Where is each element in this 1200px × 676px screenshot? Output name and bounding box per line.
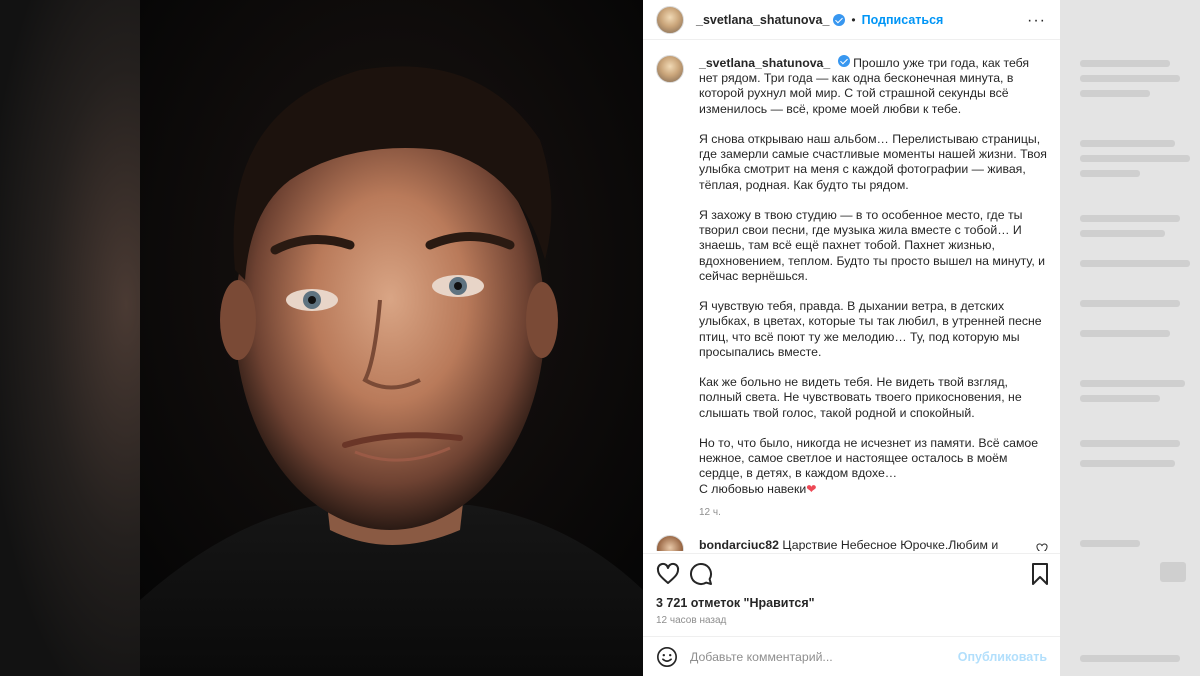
caption-paragraph-5: Как же больно не видеть тебя. Не видеть … bbox=[699, 375, 1022, 420]
separator-dot: • bbox=[851, 12, 856, 27]
small-heart-icon[interactable] bbox=[1036, 543, 1048, 551]
caption-paragraph-6: Но то, что было, никогда не исчезнет из … bbox=[699, 436, 1039, 496]
more-options-icon[interactable]: ··· bbox=[1027, 12, 1046, 30]
commenter-avatar[interactable] bbox=[656, 535, 684, 551]
caption-paragraph-3: Я захожу в твою студию — в то особенное … bbox=[699, 208, 1046, 283]
comment-input[interactable] bbox=[690, 649, 958, 664]
comments-list[interactable]: _svetlana_shatunova_ Прошло уже три года… bbox=[643, 41, 1060, 551]
portrait-image bbox=[140, 0, 643, 676]
verified-badge-icon bbox=[833, 13, 846, 26]
heart-icon[interactable] bbox=[656, 562, 680, 586]
comment-body: Царствие Небесное Юрочке.Любим и bbox=[782, 538, 999, 551]
comment-icon[interactable] bbox=[689, 562, 713, 586]
verified-badge-icon bbox=[837, 55, 850, 67]
blurred-backdrop-left bbox=[0, 0, 140, 676]
caption-paragraph-4: Я чувствую тебя, правда. В дыхании ветра… bbox=[699, 299, 1042, 359]
post-details-panel: _svetlana_shatunova_ • Подписаться ··· _… bbox=[643, 0, 1060, 676]
action-bar: 3 721 отметок "Нравится" 12 часов назад bbox=[643, 553, 1060, 635]
red-heart-emoji: ❤ bbox=[806, 481, 817, 496]
comment-item: bondarciuc82 Царствие Небесное Юрочке.Лю… bbox=[656, 535, 1051, 551]
emoji-icon[interactable] bbox=[656, 646, 678, 668]
post-timestamp[interactable]: 12 часов назад bbox=[656, 615, 726, 626]
publish-button[interactable]: Опубликовать bbox=[958, 650, 1047, 664]
author-avatar[interactable] bbox=[656, 5, 684, 34]
post-photo[interactable] bbox=[140, 0, 643, 676]
bookmark-icon[interactable] bbox=[1028, 562, 1052, 586]
post-caption: _svetlana_shatunova_ Прошло уже три года… bbox=[656, 55, 1051, 518]
post-header: _svetlana_shatunova_ • Подписаться ··· bbox=[643, 0, 1060, 40]
caption-paragraph-1: _svetlana_shatunova_ Прошло уже три года… bbox=[699, 55, 1030, 116]
caption-avatar[interactable] bbox=[656, 55, 684, 83]
caption-username[interactable]: _svetlana_shatunova_ bbox=[699, 56, 830, 70]
likes-count[interactable]: 3 721 отметок "Нравится" bbox=[656, 596, 815, 610]
author-username[interactable]: _svetlana_shatunova_ bbox=[696, 13, 829, 27]
follow-button[interactable]: Подписаться bbox=[862, 13, 944, 27]
caption-paragraph-2: Я снова открываю наш альбом… Перелистыва… bbox=[699, 132, 1047, 192]
blurred-backdrop-right bbox=[1060, 0, 1200, 676]
commenter-username[interactable]: bondarciuc82 bbox=[699, 538, 779, 551]
add-comment-bar: Опубликовать bbox=[643, 636, 1060, 676]
caption-time[interactable]: 12 ч. bbox=[699, 507, 1051, 518]
